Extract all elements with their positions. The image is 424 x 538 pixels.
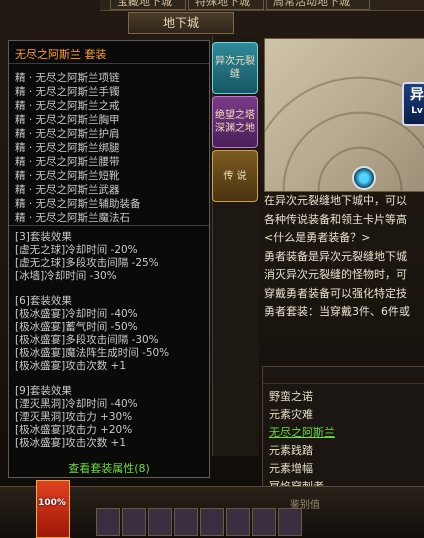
abyss-tower-button[interactable]: 绝望之塔 深渊之地 [212, 96, 258, 148]
set-item: 精 · 无尽之阿斯兰胸甲 [15, 114, 120, 126]
set-list-header [263, 367, 424, 384]
set-effect-line: [极冰盛宴]攻击次数 +1 [15, 360, 127, 372]
set-item: 精 · 无尽之阿斯兰武器 [15, 184, 120, 196]
set-effect-line: [极冰盛宴]攻击次数 +1 [15, 437, 127, 449]
rift-dungeon-label: 异次元裂缝 [215, 56, 255, 80]
hp-gauge [36, 480, 70, 538]
skill-slot[interactable] [148, 508, 172, 536]
description-line: 穿戴勇者装备可以强化特定技 [264, 286, 407, 300]
set-item: 精 · 无尽之阿斯兰腰带 [15, 156, 120, 168]
map-location-pin-icon[interactable] [352, 166, 376, 190]
set-item: 精 · 无尽之阿斯兰辅助装备 [15, 198, 141, 210]
description-line: 勇者套装：当穿戴3件、6件或 [264, 305, 410, 318]
skill-slot[interactable] [278, 508, 302, 536]
divider [9, 63, 209, 64]
set-tooltip: 无尽之阿斯兰 套装 精 · 无尽之阿斯兰项链 精 · 无尽之阿斯兰手镯 精 · … [8, 40, 210, 478]
description-line: 消灭异次元裂缝的怪物时，可 [264, 268, 407, 281]
legend-button[interactable]: 传 说 [212, 150, 258, 202]
description-line: 在异次元裂缝地下城中，可以 [264, 194, 407, 207]
set-item: 精 · 无尽之阿斯兰短靴 [15, 170, 120, 182]
skill-slot[interactable] [122, 508, 146, 536]
dungeon-level-badge: 异 Lv [402, 82, 424, 126]
set-item: 精 · 无尽之阿斯兰项链 [15, 72, 120, 84]
skill-bar [96, 508, 302, 536]
description-line: 各种传说装备和领主卡片等高 [264, 212, 407, 226]
tab-dungeon[interactable]: 地下城 [128, 12, 234, 34]
dungeon-map [264, 38, 424, 192]
description-line: <什么是勇者装备？> [264, 231, 371, 244]
rift-dungeon-button[interactable]: 异次元裂缝 [212, 42, 258, 94]
equipment-set-list: 野蛮之诺 元素灾难 无尽之阿斯兰 元素践踏 元素增幅 冥焰穿刺者 [262, 366, 424, 493]
divider [9, 225, 209, 226]
badge-level: Lv [411, 106, 423, 116]
skill-slot[interactable] [252, 508, 276, 536]
set-item: 精 · 无尽之阿斯兰魔法石 [15, 212, 131, 224]
set-item: 精 · 无尽之阿斯兰护肩 [15, 128, 120, 140]
tab-treasure-dungeon[interactable]: 宝藏地下城 [110, 0, 186, 10]
view-set-attributes-link[interactable]: 查看套装属性(8) [9, 460, 209, 476]
set-list-item[interactable]: 元素灾难 [269, 406, 424, 424]
set-effect-line: [冰墙]冷却时间 -30% [15, 270, 117, 282]
tab-weekly-dungeon[interactable]: 周常活动地下城 [266, 0, 370, 10]
set-item: 精 · 无尽之阿斯兰绑腿 [15, 142, 120, 154]
skill-slot[interactable] [200, 508, 224, 536]
set-list-item-selected[interactable]: 无尽之阿斯兰 [269, 424, 424, 442]
badge-text: 异 [410, 87, 424, 103]
skill-slot[interactable] [96, 508, 120, 536]
set-list-item[interactable]: 元素践踏 [269, 442, 424, 460]
skill-slot[interactable] [174, 508, 198, 536]
skill-slot[interactable] [226, 508, 250, 536]
abyss-tower-label: 绝望之塔 深渊之地 [215, 110, 255, 134]
tab-special-dungeon[interactable]: 特殊地下城 [188, 0, 264, 10]
set-item: 精 · 无尽之阿斯兰之戒 [15, 100, 120, 112]
set-list-item[interactable]: 元素增幅 [269, 460, 424, 478]
hp-percent: 100% [38, 498, 66, 508]
set-list-item[interactable]: 野蛮之诺 [269, 388, 424, 406]
dungeon-description: 在异次元裂缝地下城中，可以 各种传说装备和领主卡片等高 <什么是勇者装备？> 勇… [264, 192, 424, 360]
legend-label: 传 说 [223, 170, 247, 182]
description-line: 勇者装备是异次元裂缝地下城 [264, 249, 407, 263]
set-title: 无尽之阿斯兰 套装 [15, 48, 107, 61]
set-item: 精 · 无尽之阿斯兰手镯 [15, 86, 120, 98]
dungeon-category-tabs: 宝藏地下城 特殊地下城 周常活动地下城 [100, 0, 424, 11]
